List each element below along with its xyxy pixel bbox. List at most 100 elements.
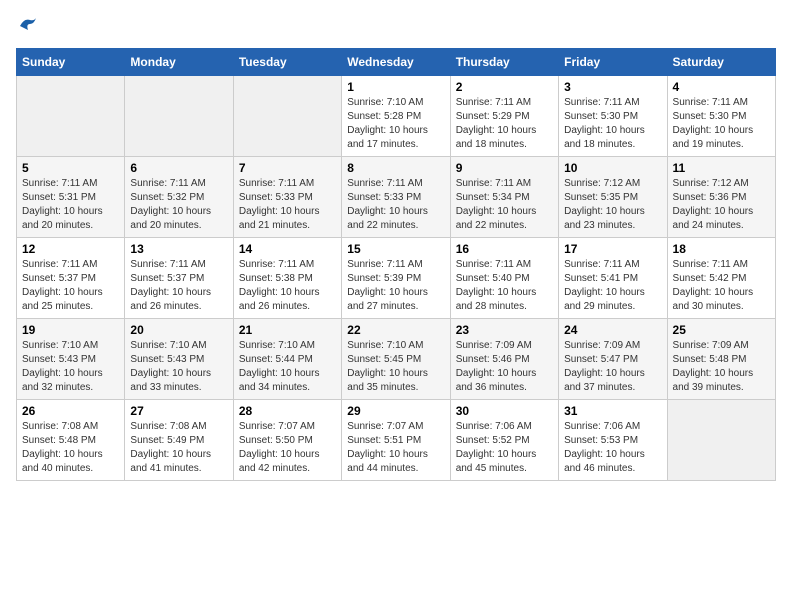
calendar-table: SundayMondayTuesdayWednesdayThursdayFrid… [16,48,776,481]
day-info: Sunrise: 7:11 AM Sunset: 5:30 PM Dayligh… [564,96,661,152]
calendar-header-tuesday: Tuesday [233,49,341,76]
calendar-day-cell: 10 Sunrise: 7:12 AM Sunset: 5:35 PM Dayli… [559,157,667,238]
day-number: 1 [347,80,444,94]
calendar-header-monday: Monday [125,49,233,76]
day-info: Sunrise: 7:11 AM Sunset: 5:42 PM Dayligh… [673,258,770,314]
day-number: 25 [673,323,770,337]
calendar-day-cell: 15 Sunrise: 7:11 AM Sunset: 5:39 PM Dayli… [342,238,450,319]
day-info: Sunrise: 7:06 AM Sunset: 5:52 PM Dayligh… [456,420,553,476]
day-number: 15 [347,242,444,256]
calendar-day-cell: 19Sunrise: 7:10 AM Sunset: 5:43 PM Dayli… [17,319,125,400]
day-number: 17 [564,242,661,256]
calendar-day-cell: 30 Sunrise: 7:06 AM Sunset: 5:52 PM Dayli… [450,400,558,481]
day-number: 24 [564,323,661,337]
day-info: Sunrise: 7:12 AM Sunset: 5:36 PM Dayligh… [673,177,770,233]
calendar-day-cell: 8Sunrise: 7:11 AM Sunset: 5:33 PM Daylig… [342,157,450,238]
calendar-day-cell: 14 Sunrise: 7:11 AM Sunset: 5:38 PM Dayli… [233,238,341,319]
day-info: Sunrise: 7:11 AM Sunset: 5:41 PM Dayligh… [564,258,661,314]
day-info: Sunrise: 7:11 AM Sunset: 5:40 PM Dayligh… [456,258,553,314]
day-number: 26 [22,404,119,418]
day-info: Sunrise: 7:11 AM Sunset: 5:33 PM Dayligh… [239,177,336,233]
day-info: Sunrise: 7:10 AM Sunset: 5:45 PM Dayligh… [347,339,444,395]
calendar-header-wednesday: Wednesday [342,49,450,76]
calendar-day-cell: 29Sunrise: 7:07 AM Sunset: 5:51 PM Dayli… [342,400,450,481]
calendar-day-cell: 13Sunrise: 7:11 AM Sunset: 5:37 PM Dayli… [125,238,233,319]
day-info: Sunrise: 7:11 AM Sunset: 5:37 PM Dayligh… [130,258,227,314]
calendar-day-cell [233,76,341,157]
calendar-day-cell: 16 Sunrise: 7:11 AM Sunset: 5:40 PM Dayli… [450,238,558,319]
calendar-day-cell: 22 Sunrise: 7:10 AM Sunset: 5:45 PM Dayli… [342,319,450,400]
day-info: Sunrise: 7:11 AM Sunset: 5:39 PM Dayligh… [347,258,444,314]
day-number: 20 [130,323,227,337]
calendar-week-row: 19 Sunrise: 7:10 AM Sunset: 5:43 PM Dayli… [17,319,776,400]
calendar-header-friday: Friday [559,49,667,76]
day-info: Sunrise: 7:11 AM Sunset: 5:31 PM Dayligh… [22,177,119,233]
logo [16,16,38,36]
calendar-day-cell: 25 Sunrise: 7:09 AM Sunset: 5:48 PM Dayli… [667,319,775,400]
calendar-day-cell: 7Sunrise: 7:11 AM Sunset: 5:33 PM Daylig… [233,157,341,238]
day-number: 16 [456,242,553,256]
calendar-day-cell: 4Sunrise: 7:11 AM Sunset: 5:30 PM Daylig… [667,76,775,157]
day-info: Sunrise: 7:10 AM Sunset: 5:43 PM Dayligh… [130,339,227,395]
calendar-day-cell [17,76,125,157]
calendar-day-cell: 11Sunrise: 7:12 AM Sunset: 5:36 PM Dayli… [667,157,775,238]
calendar-day-cell: 1 Sunrise: 7:10 AM Sunset: 5:28 PM Daylig… [342,76,450,157]
day-info: Sunrise: 7:11 AM Sunset: 5:38 PM Dayligh… [239,258,336,314]
page-header [16,16,776,36]
calendar-day-cell: 3 Sunrise: 7:11 AM Sunset: 5:30 PM Daylig… [559,76,667,157]
day-number: 14 [239,242,336,256]
calendar-day-cell: 9Sunrise: 7:11 AM Sunset: 5:34 PM Daylig… [450,157,558,238]
day-number: 5 [22,161,119,175]
day-info: Sunrise: 7:08 AM Sunset: 5:49 PM Dayligh… [130,420,227,476]
calendar-day-cell: 5 Sunrise: 7:11 AM Sunset: 5:31 PM Daylig… [17,157,125,238]
day-number: 22 [347,323,444,337]
calendar-header-sunday: Sunday [17,49,125,76]
day-number: 23 [456,323,553,337]
day-number: 4 [673,80,770,94]
day-number: 28 [239,404,336,418]
calendar-day-cell: 2Sunrise: 7:11 AM Sunset: 5:29 PM Daylig… [450,76,558,157]
day-info: Sunrise: 7:09 AM Sunset: 5:47 PM Dayligh… [564,339,661,395]
calendar-day-cell: 24 Sunrise: 7:09 AM Sunset: 5:47 PM Dayli… [559,319,667,400]
day-number: 19 [22,323,119,337]
calendar-week-row: 12 Sunrise: 7:11 AM Sunset: 5:37 PM Dayli… [17,238,776,319]
day-info: Sunrise: 7:06 AM Sunset: 5:53 PM Dayligh… [564,420,661,476]
day-info: Sunrise: 7:11 AM Sunset: 5:37 PM Dayligh… [22,258,119,314]
day-info: Sunrise: 7:11 AM Sunset: 5:29 PM Dayligh… [456,96,553,152]
day-number: 10 [564,161,661,175]
calendar-day-cell [125,76,233,157]
day-number: 6 [130,161,227,175]
calendar-day-cell: 31Sunrise: 7:06 AM Sunset: 5:53 PM Dayli… [559,400,667,481]
calendar-day-cell: 20 Sunrise: 7:10 AM Sunset: 5:43 PM Dayli… [125,319,233,400]
calendar-day-cell: 23 Sunrise: 7:09 AM Sunset: 5:46 PM Dayli… [450,319,558,400]
calendar-day-cell: 27 Sunrise: 7:08 AM Sunset: 5:49 PM Dayli… [125,400,233,481]
calendar-day-cell: 21Sunrise: 7:10 AM Sunset: 5:44 PM Dayli… [233,319,341,400]
calendar-day-cell: 28Sunrise: 7:07 AM Sunset: 5:50 PM Dayli… [233,400,341,481]
day-number: 30 [456,404,553,418]
calendar-header-row: SundayMondayTuesdayWednesdayThursdayFrid… [17,49,776,76]
logo-bird-icon [18,16,38,36]
day-info: Sunrise: 7:11 AM Sunset: 5:32 PM Dayligh… [130,177,227,233]
calendar-week-row: 1 Sunrise: 7:10 AM Sunset: 5:28 PM Daylig… [17,76,776,157]
day-number: 29 [347,404,444,418]
calendar-day-cell: 18Sunrise: 7:11 AM Sunset: 5:42 PM Dayli… [667,238,775,319]
calendar-day-cell: 26 Sunrise: 7:08 AM Sunset: 5:48 PM Dayli… [17,400,125,481]
day-info: Sunrise: 7:09 AM Sunset: 5:48 PM Dayligh… [673,339,770,395]
calendar-day-cell: 17 Sunrise: 7:11 AM Sunset: 5:41 PM Dayli… [559,238,667,319]
calendar-day-cell: 6 Sunrise: 7:11 AM Sunset: 5:32 PM Daylig… [125,157,233,238]
day-number: 8 [347,161,444,175]
day-info: Sunrise: 7:09 AM Sunset: 5:46 PM Dayligh… [456,339,553,395]
calendar-header-saturday: Saturday [667,49,775,76]
day-number: 12 [22,242,119,256]
day-info: Sunrise: 7:12 AM Sunset: 5:35 PM Dayligh… [564,177,661,233]
calendar-day-cell [667,400,775,481]
calendar-week-row: 26 Sunrise: 7:08 AM Sunset: 5:48 PM Dayli… [17,400,776,481]
day-number: 27 [130,404,227,418]
calendar-header-thursday: Thursday [450,49,558,76]
day-number: 21 [239,323,336,337]
day-info: Sunrise: 7:10 AM Sunset: 5:28 PM Dayligh… [347,96,444,152]
day-number: 9 [456,161,553,175]
day-number: 3 [564,80,661,94]
day-info: Sunrise: 7:08 AM Sunset: 5:48 PM Dayligh… [22,420,119,476]
calendar-day-cell: 12 Sunrise: 7:11 AM Sunset: 5:37 PM Dayli… [17,238,125,319]
